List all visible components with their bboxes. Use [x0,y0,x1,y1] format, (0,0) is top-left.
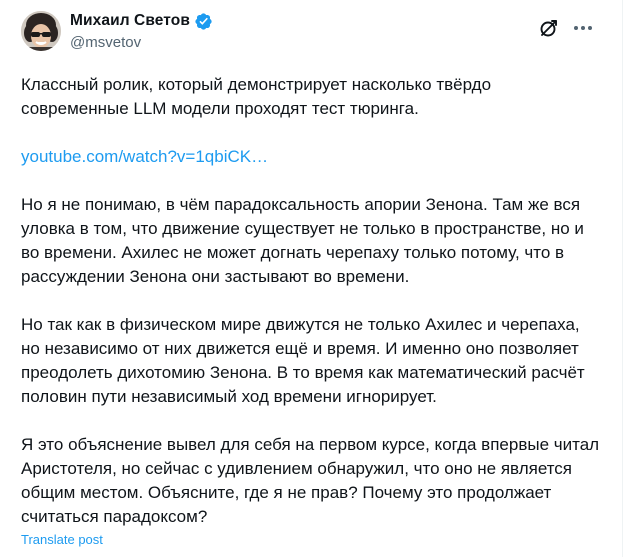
more-options-button[interactable] [568,15,598,41]
more-dots-icon [574,26,592,30]
verified-badge-icon [194,12,213,31]
youtube-link[interactable]: youtube.com/watch?v=1qbiCK… [21,147,268,166]
avatar[interactable] [21,11,61,51]
tweet-text: Классный ролик, который демонстрирует на… [21,73,601,553]
author-name-row: Михаил Светов [70,11,213,31]
translate-post-link[interactable]: Translate post [21,532,103,547]
tweet-paragraph-2: Но я не понимаю, в чём парадоксальность … [21,195,584,286]
tweet-paragraph-3: Но так как в физическом мире движутся не… [21,315,585,406]
author-display-name[interactable]: Михаил Светов [70,12,190,30]
avatar-image [21,11,61,51]
author-handle[interactable]: @msvetov [70,34,141,51]
tweet-link-paragraph: youtube.com/watch?v=1qbiCK… [21,145,601,169]
tweet-card: Михаил Светов @msvetov Классный ролик, к… [0,0,623,557]
tweet-paragraph-1: Классный ролик, который демонстрирует на… [21,75,492,118]
grok-button[interactable] [536,15,562,41]
tweet-paragraph-4: Я это объяснение вывел для себя на перво… [21,435,600,526]
grok-icon [540,20,557,37]
